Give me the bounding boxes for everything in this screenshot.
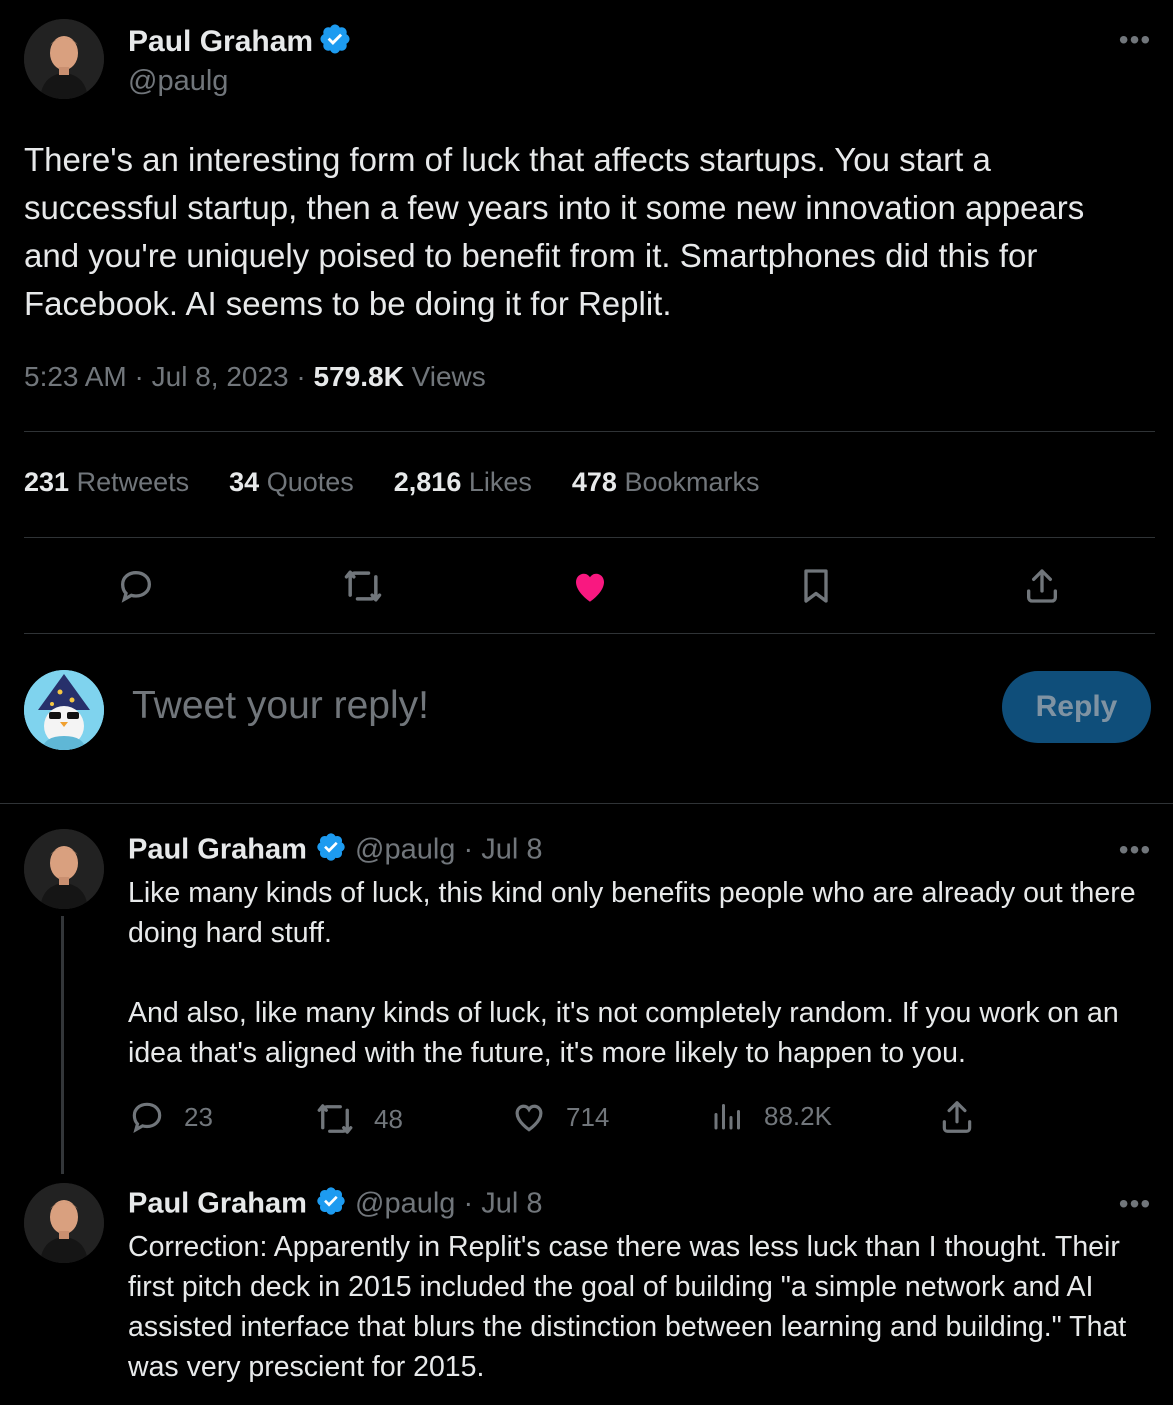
- views-chart-icon: [714, 1104, 740, 1130]
- more-options-icon[interactable]: •••: [1117, 26, 1153, 54]
- reply-text-paragraph: Like many kinds of luck, this kind only …: [128, 877, 1136, 949]
- verified-badge-icon: [315, 1185, 347, 1225]
- reply-header: Paul Graham @paulg · Jul 8: [128, 831, 543, 871]
- heart-icon: [515, 1104, 543, 1132]
- author-avatar[interactable]: [24, 19, 104, 99]
- like-count: 714: [566, 1101, 610, 1132]
- retweet-action[interactable]: 48: [314, 1098, 403, 1140]
- reply-header: Paul Graham @paulg · Jul 8: [128, 1185, 543, 1225]
- more-options-icon[interactable]: •••: [1117, 1190, 1153, 1218]
- tweet-time[interactable]: 5:23 AM: [24, 361, 127, 392]
- reply-date[interactable]: Jul 8: [481, 834, 542, 866]
- divider: [24, 633, 1155, 634]
- retweets-label: Retweets: [76, 467, 190, 497]
- divider: [24, 431, 1155, 432]
- reply-author-name[interactable]: Paul Graham: [128, 1188, 307, 1220]
- tweet-page: Paul Graham @paulg ••• There's an intere…: [0, 0, 1173, 1405]
- reply-date[interactable]: Jul 8: [481, 1188, 542, 1220]
- bookmarks-label: Bookmarks: [624, 467, 760, 497]
- quotes-label: Quotes: [266, 467, 354, 497]
- views-action[interactable]: 88.2K: [710, 1098, 832, 1134]
- retweets-stat[interactable]: 231 Retweets: [24, 467, 189, 498]
- author-header: Paul Graham @paulg: [128, 22, 352, 98]
- person-photo-icon: [24, 829, 104, 909]
- divider: [0, 803, 1173, 804]
- views-label: Views: [411, 361, 486, 392]
- reply-author-handle[interactable]: @paulg: [355, 1188, 455, 1220]
- view-count: 88.2K: [764, 1100, 832, 1131]
- tweet-actions: [0, 562, 1173, 610]
- date-separator: ·: [463, 833, 474, 866]
- author-handle[interactable]: @paulg: [128, 65, 352, 98]
- bookmarks-stat[interactable]: 478 Bookmarks: [572, 467, 760, 498]
- meta-separator: ·: [296, 361, 306, 392]
- quotes-stat[interactable]: 34 Quotes: [229, 467, 354, 498]
- user-avatar[interactable]: [24, 670, 104, 750]
- reply-text-paragraph: Correction: Apparently in Replit's case …: [128, 1231, 1127, 1383]
- person-photo-icon: [24, 1183, 104, 1263]
- reply-input[interactable]: Tweet your reply!: [132, 684, 429, 728]
- verified-badge-icon: [315, 831, 347, 871]
- reply-button[interactable]: Reply: [1002, 671, 1151, 743]
- reply-icon: [132, 1102, 162, 1133]
- retweet-icon: [317, 1104, 353, 1134]
- bookmarks-count: 478: [571, 467, 617, 497]
- share-icon: [942, 1101, 972, 1133]
- reply-count: 23: [184, 1101, 213, 1132]
- share-icon[interactable]: [1018, 562, 1066, 610]
- tweet-meta: 5:23 AM · Jul 8, 2023 · 579.8K Views: [24, 361, 486, 393]
- date-separator: ·: [463, 1187, 474, 1220]
- retweet-icon[interactable]: [339, 562, 387, 610]
- reply-action[interactable]: 23: [128, 1098, 213, 1136]
- person-photo-icon: [24, 19, 104, 99]
- more-options-icon[interactable]: •••: [1117, 836, 1153, 864]
- likes-stat[interactable]: 2,816 Likes: [394, 467, 532, 498]
- reply-icon[interactable]: [112, 562, 160, 610]
- author-name[interactable]: Paul Graham: [128, 25, 313, 59]
- wizard-penguin-icon: [24, 670, 104, 750]
- likes-count: 2,816: [393, 467, 462, 497]
- views-count: 579.8K: [313, 361, 404, 392]
- heart-filled-icon[interactable]: [566, 562, 614, 610]
- divider: [24, 537, 1155, 538]
- tweet-date[interactable]: Jul 8, 2023: [152, 361, 289, 392]
- engagement-stats: 231 Retweets 34 Quotes 2,816 Likes 478 B…: [24, 467, 760, 498]
- reply-author-name[interactable]: Paul Graham: [128, 834, 307, 866]
- reply-actions: 23 48 714 88.2K: [0, 1098, 1173, 1138]
- meta-separator: ·: [134, 361, 144, 392]
- likes-label: Likes: [468, 467, 532, 497]
- reply-text-paragraph: And also, like many kinds of luck, it's …: [128, 997, 1119, 1069]
- quotes-count: 34: [229, 467, 260, 497]
- reply-author-handle[interactable]: @paulg: [355, 834, 455, 866]
- reply-author-avatar[interactable]: [24, 1183, 104, 1263]
- reply-author-avatar[interactable]: [24, 829, 104, 909]
- share-action[interactable]: [938, 1098, 976, 1136]
- retweet-count: 48: [374, 1103, 403, 1134]
- verified-badge-icon: [318, 22, 352, 61]
- bookmark-icon[interactable]: [792, 562, 840, 610]
- tweet-text: There's an interesting form of luck that…: [24, 141, 1085, 322]
- retweets-count: 231: [24, 467, 70, 497]
- like-action[interactable]: 714: [510, 1098, 609, 1136]
